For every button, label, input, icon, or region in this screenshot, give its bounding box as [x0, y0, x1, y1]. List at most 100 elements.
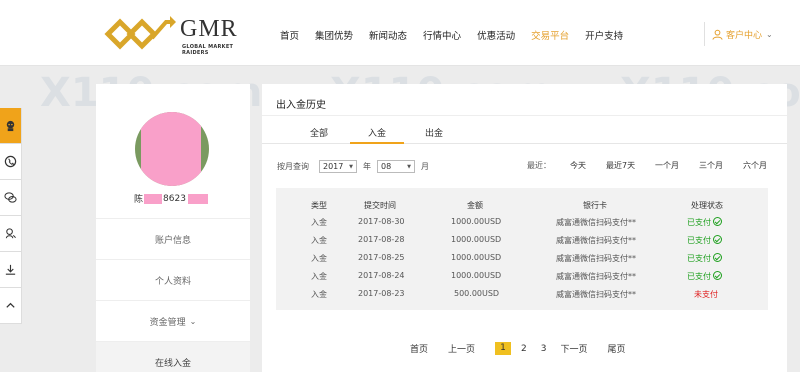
main-nav: 首页 集团优势 新闻动态 行情中心 优惠活动 交易平台 开户支持 — [280, 28, 639, 42]
cell-date: 2017-08-30 — [358, 217, 405, 226]
cell-type: 入金 — [311, 290, 327, 299]
tab-deposit[interactable]: 入金 — [349, 126, 405, 144]
col-header-time: 提交时间 — [364, 201, 396, 210]
range-6-months[interactable]: 六个月 — [743, 160, 767, 171]
month-value: 08 — [381, 162, 392, 171]
check-circle-icon — [713, 235, 722, 244]
status-unpaid: 未支付 — [694, 290, 718, 299]
col-header-type: 类型 — [311, 201, 327, 210]
logo-subtext: GLOBAL MARKET RAIDERS — [182, 44, 234, 56]
username-visible: 8623 — [163, 193, 186, 204]
download-icon — [5, 264, 16, 275]
cell-bank: 威富通微信扫码支付** — [556, 290, 636, 299]
client-center-button[interactable]: 客户中心 ⌄ — [712, 26, 773, 42]
username: 陈 8623 — [134, 192, 208, 205]
page-next[interactable]: 下一页 — [561, 342, 588, 355]
col-header-bank-card: 银行卡 — [583, 201, 607, 210]
page-2[interactable]: 2 — [521, 344, 527, 354]
logo-text: GMR — [180, 16, 238, 42]
tab-all[interactable]: 全部 — [310, 126, 328, 139]
dropdown-arrow-icon: ▼ — [349, 163, 353, 170]
cell-date: 2017-08-28 — [358, 235, 405, 244]
menu-account-info[interactable]: 账户信息 — [96, 218, 250, 259]
download-button[interactable] — [0, 252, 22, 288]
avatar[interactable] — [135, 112, 209, 186]
cell-type: 入金 — [311, 254, 327, 263]
redaction-mark — [144, 193, 163, 204]
check-circle-icon — [713, 271, 722, 280]
side-menu: 账户信息 个人资料 资金管理 ⌄ 在线入金 — [96, 218, 250, 372]
filter-label: 按月查询 — [277, 162, 309, 171]
status-paid: 已支付 — [687, 253, 722, 264]
recent-label: 最近： — [527, 161, 551, 170]
cell-bank: 威富通微信扫码支付** — [556, 254, 636, 263]
page-prev[interactable]: 上一页 — [448, 342, 475, 355]
redaction-mark — [187, 193, 208, 204]
header-divider — [704, 22, 705, 46]
cell-amount: 1000.00USD — [451, 217, 502, 226]
tab-withdrawal[interactable]: 出金 — [425, 126, 443, 139]
history-table: 类型 提交时间 金额 银行卡 处理状态 入金 2017-08-30 1000.0… — [276, 188, 768, 310]
panel-title: 出入金历史 — [276, 100, 326, 111]
status-text: 已支付 — [687, 236, 711, 245]
nav-home[interactable]: 首页 — [280, 28, 299, 42]
chevron-up-icon — [6, 302, 15, 308]
logo-mark-icon — [104, 16, 176, 50]
page-last[interactable]: 尾页 — [608, 342, 626, 355]
status-text: 已支付 — [687, 272, 711, 281]
phone-button[interactable] — [0, 144, 22, 180]
page-first[interactable]: 首页 — [410, 342, 428, 355]
month-unit: 月 — [421, 162, 429, 171]
nav-market-center[interactable]: 行情中心 — [423, 28, 461, 42]
site-header: GMR GLOBAL MARKET RAIDERS 首页 集团优势 新闻动态 行… — [0, 0, 800, 66]
range-3-months[interactable]: 三个月 — [699, 160, 723, 171]
col-header-status: 处理状态 — [691, 201, 723, 210]
nav-account-support[interactable]: 开户支持 — [585, 28, 623, 42]
menu-personal-profile[interactable]: 个人资料 — [96, 259, 250, 300]
pagination: 首页 上一页 1 2 3 下一页 尾页 — [410, 342, 646, 355]
gmr-logo[interactable]: GMR GLOBAL MARKET RAIDERS — [104, 14, 254, 56]
chevron-down-icon: ⌄ — [189, 316, 197, 326]
divider — [262, 115, 787, 116]
page-3[interactable]: 3 — [541, 344, 547, 354]
wechat-button[interactable] — [0, 180, 22, 216]
range-1-month[interactable]: 一个月 — [655, 160, 679, 171]
nav-news[interactable]: 新闻动态 — [369, 28, 407, 42]
nav-group-advantage[interactable]: 集团优势 — [315, 28, 353, 42]
phone-icon — [4, 155, 17, 168]
status-paid: 已支付 — [687, 235, 722, 246]
cell-type: 入金 — [311, 218, 327, 227]
cell-amount: 1000.00USD — [451, 271, 502, 280]
check-circle-icon — [713, 217, 722, 226]
cell-bank: 威富通微信扫码支付** — [556, 218, 636, 227]
nav-trading-platform[interactable]: 交易平台 — [531, 28, 569, 42]
nav-promotions[interactable]: 优惠活动 — [477, 28, 515, 42]
qq-button[interactable] — [0, 216, 22, 252]
cell-amount: 1000.00USD — [451, 253, 502, 262]
account-sidebar: 陈 8623 账户信息 个人资料 资金管理 ⌄ 在线入金 — [96, 84, 250, 372]
cell-amount: 1000.00USD — [451, 235, 502, 244]
avatar-redaction — [141, 112, 201, 186]
month-select[interactable]: 08 ▼ — [377, 160, 415, 173]
menu-label: 资金管理 — [149, 317, 186, 328]
cell-type: 入金 — [311, 236, 327, 245]
page-1-current[interactable]: 1 — [495, 342, 512, 355]
client-center-label: 客户中心 — [726, 30, 763, 41]
menu-fund-management[interactable]: 资金管理 ⌄ — [96, 300, 250, 341]
quick-tools-rail — [0, 108, 22, 324]
menu-online-deposit[interactable]: 在线入金 — [96, 341, 250, 372]
cell-bank: 威富通微信扫码支付** — [556, 236, 636, 245]
status-paid: 已支付 — [687, 271, 722, 282]
range-today[interactable]: 今天 — [570, 160, 586, 171]
year-select[interactable]: 2017 ▼ — [319, 160, 357, 173]
customer-service-button[interactable] — [0, 108, 22, 144]
dropdown-arrow-icon: ▼ — [407, 163, 411, 170]
status-text: 已支付 — [687, 218, 711, 227]
cell-type: 入金 — [311, 272, 327, 281]
range-7-days[interactable]: 最近7天 — [606, 160, 635, 171]
menu-label: 在线入金 — [154, 358, 191, 369]
wechat-icon — [4, 192, 17, 203]
back-to-top-button[interactable] — [0, 288, 22, 324]
history-panel: 出入金历史 全部 入金 出金 按月查询 2017 ▼ 年 08 ▼ 月 最近： … — [262, 84, 787, 372]
history-tabs: 全部 入金 出金 — [262, 124, 787, 144]
